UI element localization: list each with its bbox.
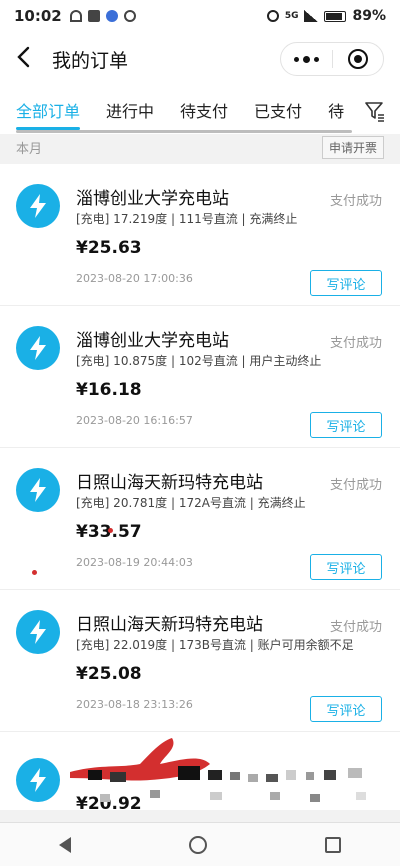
home-circle-icon[interactable]: [189, 835, 207, 854]
order-card[interactable]: 淄博创业大学充电站 支付成功 [充电] 10.875度 | 102号直流 | 用…: [0, 306, 400, 448]
chevron-left-icon[interactable]: [16, 46, 30, 73]
system-navigation-bar: [0, 822, 400, 866]
payment-status: 支付成功: [329, 194, 382, 209]
tab-in-progress[interactable]: 进行中: [106, 86, 154, 134]
month-label: 本月: [16, 141, 43, 157]
chat-icon: [123, 10, 136, 22]
status-time: 10:02: [14, 7, 62, 25]
lightning-icon: [16, 610, 60, 654]
recent-apps-icon[interactable]: [325, 836, 341, 853]
filter-icon[interactable]: [364, 100, 386, 122]
back-triangle-icon[interactable]: [59, 836, 71, 853]
tab-paid[interactable]: 已支付: [254, 86, 302, 134]
payment-status: 支付成功: [329, 620, 382, 635]
order-card[interactable]: 淄博创业大学充电站 支付成功 [充电] 17.219度 | 111号直流 | 充…: [0, 164, 400, 306]
status-bar: 10:02 5G 89%: [0, 0, 400, 32]
month-header: 本月 申请开票: [0, 134, 400, 160]
order-time: 2023-08-19 20:44:03: [76, 556, 193, 569]
charge-detail: [充电] 10.875度 | 102号直流 | 用户主动终止: [76, 354, 322, 368]
tab-pending-more[interactable]: 待: [328, 86, 344, 134]
more-dots-icon[interactable]: [281, 55, 332, 63]
order-card[interactable]: 日照山海天新玛特充电站 支付成功 [充电] 20.781度 | 172A号直流 …: [0, 448, 400, 590]
order-card[interactable]: 日照山海天新玛特充电站 支付成功 [充电] 22.019度 | 173B号直流 …: [0, 590, 400, 732]
charge-detail: [充电] 22.019度 | 173B号直流 | 账户可用余额不足: [76, 638, 354, 652]
order-tabs: 全部订单 进行中 待支付 已支付 待: [0, 86, 400, 134]
network-label: 5G: [284, 11, 299, 21]
order-time: 2023-08-20 17:00:36: [76, 272, 193, 285]
order-price: ¥16.18: [76, 380, 142, 400]
tab-pending-payment[interactable]: 待支付: [180, 86, 228, 134]
browser-icon: [105, 10, 118, 22]
alarm-icon: [266, 10, 279, 22]
tab-scrollbar: [16, 130, 352, 133]
charge-detail: [充电] 17.219度 | 111号直流 | 充满终止: [76, 212, 298, 226]
order-price: ¥25.08: [76, 664, 142, 684]
lightning-icon: [16, 468, 60, 512]
payment-status: 支付成功: [329, 336, 382, 351]
order-time: 2023-08-18 23:13:26: [76, 698, 193, 711]
request-invoice-button[interactable]: 申请开票: [321, 135, 384, 159]
page-title: 我的订单: [52, 49, 129, 72]
write-review-button[interactable]: 写评论: [310, 270, 382, 296]
notification-icons: [69, 10, 136, 22]
lightning-icon: [16, 758, 60, 802]
station-name: 日照山海天新玛特充电站: [76, 473, 263, 493]
order-list: 淄博创业大学充电站 支付成功 [充电] 17.219度 | 111号直流 | 充…: [0, 164, 400, 810]
station-name: 日照山海天新玛特充电站: [76, 615, 263, 635]
battery-icon: [324, 10, 347, 22]
redaction-mark: [60, 734, 380, 814]
missed-call-icon: [69, 10, 82, 22]
target-icon[interactable]: [333, 49, 384, 69]
status-right: 5G 89%: [266, 8, 386, 24]
order-time: 2023-08-20 16:16:57: [76, 414, 193, 427]
write-review-button[interactable]: 写评论: [310, 696, 382, 722]
payment-status: 支付成功: [329, 478, 382, 493]
lightning-icon: [16, 326, 60, 370]
station-name: 淄博创业大学充电站: [76, 189, 229, 209]
navigation-bar: 我的订单: [0, 32, 400, 86]
mini-program-capsule: [280, 42, 384, 76]
station-name: 淄博创业大学充电站: [76, 331, 229, 351]
charge-detail: [充电] 20.781度 | 172A号直流 | 充满终止: [76, 496, 306, 510]
write-review-button[interactable]: 写评论: [310, 554, 382, 580]
battery-percent: 89%: [352, 8, 386, 24]
order-price: ¥25.63: [76, 238, 142, 258]
app-notification-icon: [87, 10, 100, 22]
lightning-icon: [16, 184, 60, 228]
tab-all-orders[interactable]: 全部订单: [16, 86, 81, 134]
write-review-button[interactable]: 写评论: [310, 412, 382, 438]
red-dot-mark: [108, 528, 113, 533]
red-dot-mark: [32, 570, 37, 575]
signal-icon: [304, 10, 319, 22]
